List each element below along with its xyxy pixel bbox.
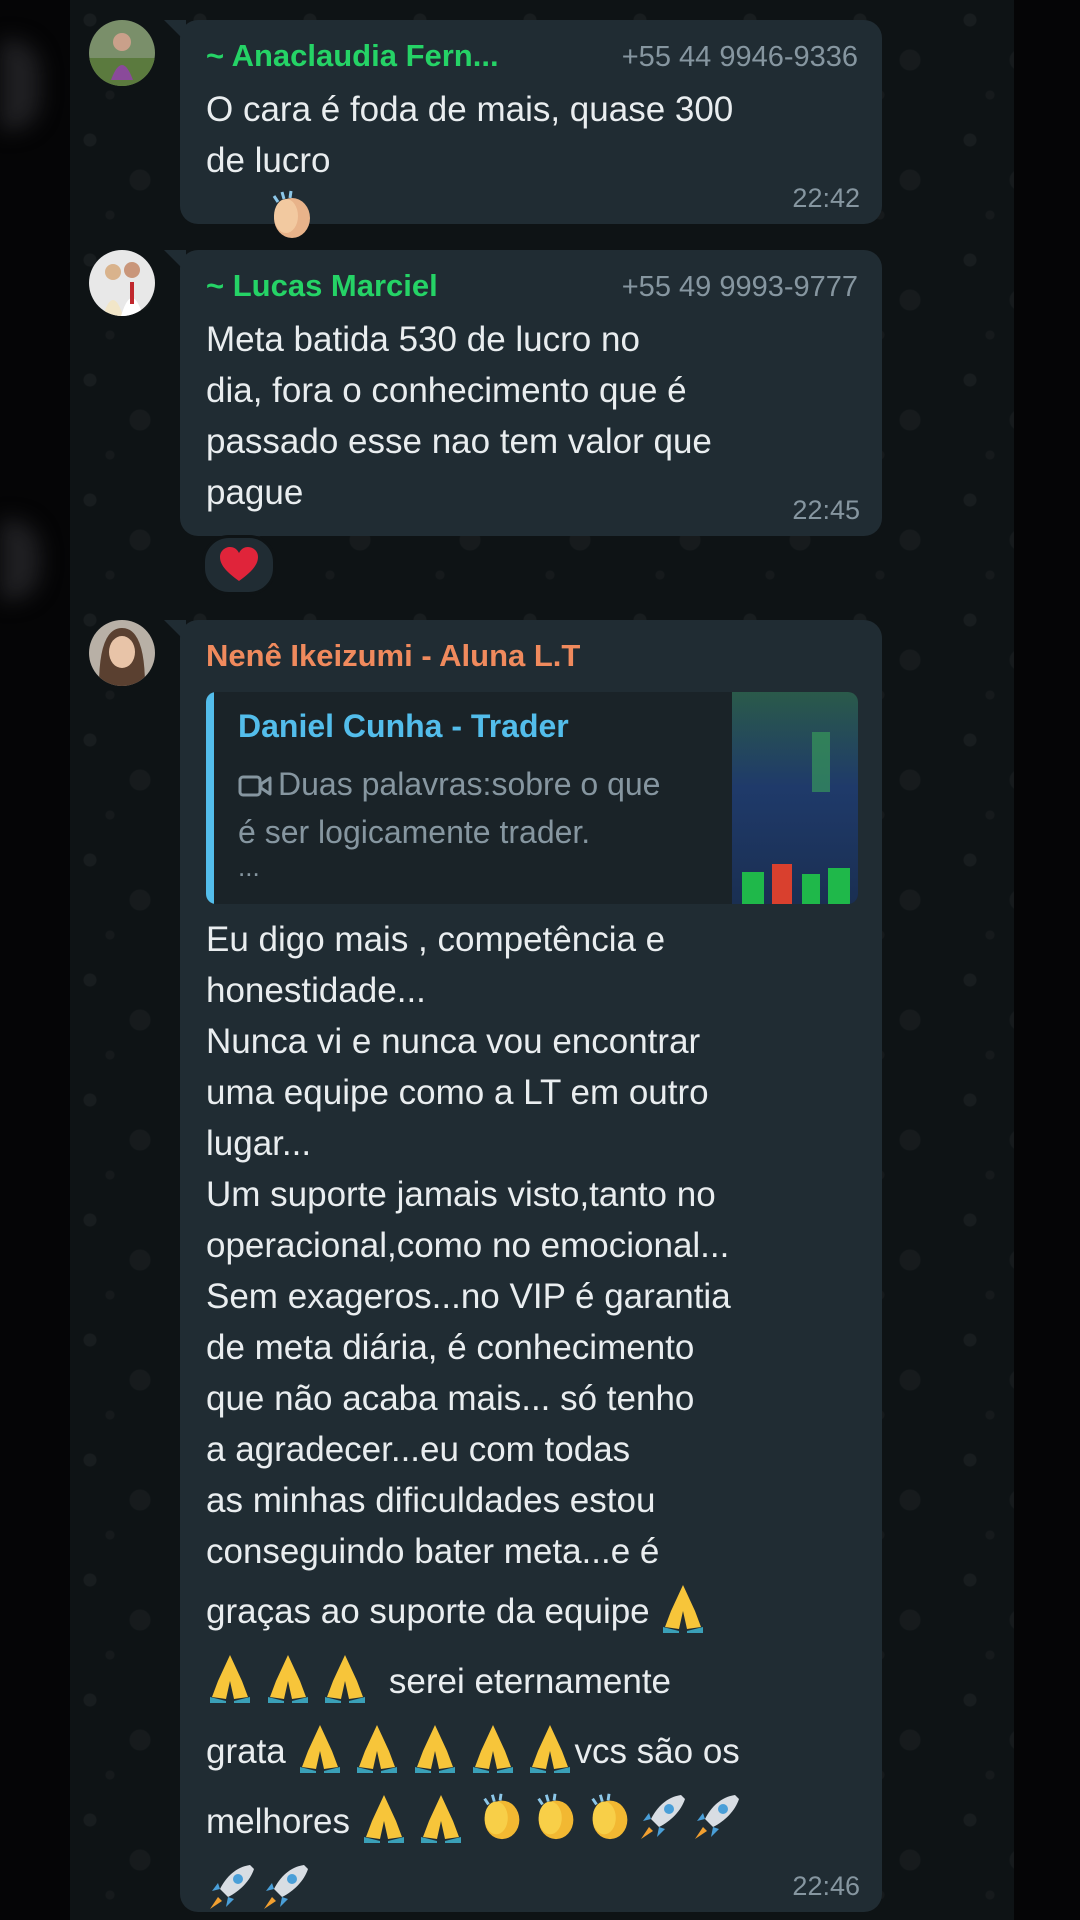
video-camera-icon: [238, 766, 272, 810]
message-line: graças ao suporte da equipe: [206, 1592, 650, 1631]
blur-spot: [0, 520, 40, 600]
message-bubble[interactable]: Nenê Ikeizumi - Aluna L.T Daniel Cunha -…: [164, 620, 882, 1912]
message-time: 22:45: [792, 495, 860, 525]
quote-ellipsis: ...: [238, 852, 260, 882]
avatar-anaclaudia[interactable]: [89, 20, 155, 86]
quote-line: Duas palavras:sobre o que: [278, 766, 661, 802]
heart-icon: [220, 547, 258, 581]
message-line: vcs são os: [574, 1732, 740, 1771]
clapping-hands-icon: [529, 1789, 583, 1843]
message-line: melhores: [206, 1802, 350, 1841]
video-thumbnail[interactable]: [732, 692, 858, 904]
sender-name[interactable]: ~ Anaclaudia Fern...: [206, 38, 499, 74]
quote-line: é ser logicamente trader.: [238, 814, 591, 850]
clapping-hands-icon: [583, 1789, 637, 1843]
quote-text: Duas palavras:sobre o que é ser logicamen…: [238, 762, 738, 854]
message-line: grata: [206, 1732, 286, 1771]
folded-hands-icon: [353, 1721, 401, 1773]
message-line: de lucro: [206, 141, 331, 180]
message-line: serei eternamente: [388, 1662, 672, 1701]
message-time: 22:46: [792, 1871, 860, 1901]
sender-phone[interactable]: +55 49 9993-9777: [622, 271, 858, 304]
quote-author: Daniel Cunha - Trader: [238, 708, 569, 744]
quoted-message[interactable]: Daniel Cunha - Trader Duas palavras:sobr…: [206, 692, 858, 904]
folded-hands-icon: [206, 1651, 254, 1703]
folded-hands-icon: [360, 1791, 408, 1843]
sender-phone[interactable]: +55 44 9946-9336: [622, 41, 858, 74]
folded-hands-icon: [321, 1651, 369, 1703]
message-header: Nenê Ikeizumi - Aluna L.T: [206, 638, 858, 678]
message-header: ~ Lucas Marciel +55 49 9993-9777: [206, 268, 858, 308]
avatar-lucas[interactable]: [89, 250, 155, 316]
rocket-icon: [691, 1789, 745, 1843]
message-header: ~ Anaclaudia Fern... +55 44 9946-9336: [206, 38, 858, 78]
clapping-hands-icon: [264, 186, 320, 242]
sender-name[interactable]: Nenê Ikeizumi - Aluna L.T: [206, 638, 580, 674]
message-text-emoji: graças ao suporte da equipe serei eterna…: [206, 1577, 858, 1920]
avatar-nene[interactable]: [89, 620, 155, 686]
rocket-icon: [206, 1859, 260, 1913]
folded-hands-icon: [659, 1581, 707, 1633]
folded-hands-icon: [417, 1791, 465, 1843]
rocket-icon: [260, 1859, 314, 1913]
message-line: O cara é foda de mais, quase 300: [206, 90, 734, 129]
folded-hands-icon: [469, 1721, 517, 1773]
blur-spot: [0, 40, 40, 130]
bubble-tail: [164, 620, 186, 642]
message-bubble[interactable]: ~ Anaclaudia Fern... +55 44 9946-9336 O …: [164, 20, 882, 418]
message-time: 22:42: [792, 183, 860, 213]
message-bubble[interactable]: ~ Lucas Marciel +55 49 9993-9777 Meta ba…: [164, 250, 882, 536]
clapping-hands-icon: [475, 1789, 529, 1843]
sender-name[interactable]: ~ Lucas Marciel: [206, 268, 438, 304]
folded-hands-icon: [296, 1721, 344, 1773]
reaction-badge[interactable]: [202, 535, 276, 595]
folded-hands-icon: [264, 1651, 312, 1703]
message-text: Meta batida 530 de lucro no dia, fora o …: [206, 320, 712, 512]
bubble-tail: [164, 20, 186, 42]
folded-hands-icon: [526, 1721, 574, 1773]
bubble-tail: [164, 250, 186, 272]
right-edge: [1014, 0, 1080, 1920]
message-text: Eu digo mais , competência e honestidade…: [206, 920, 731, 1571]
quote-accent-bar: [206, 692, 214, 904]
folded-hands-icon: [411, 1721, 459, 1773]
chat-screen: ~ Anaclaudia Fern... +55 44 9946-9336 O …: [0, 0, 1080, 1920]
rocket-icon: [637, 1789, 691, 1843]
left-edge: [0, 0, 70, 1920]
